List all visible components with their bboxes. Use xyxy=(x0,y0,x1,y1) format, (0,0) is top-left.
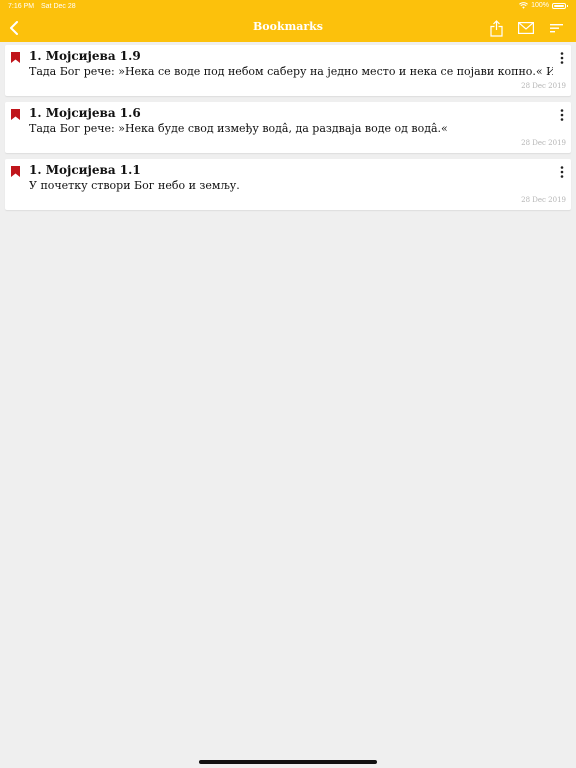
mail-icon xyxy=(518,22,534,34)
bookmark-reference: 1. Мојсијева 1.6 xyxy=(29,106,141,120)
bookmark-date: 28 Dec 2019 xyxy=(521,196,566,204)
battery-percent: 100% xyxy=(531,2,549,9)
status-bar: 7:16 PM Sat Dec 28 100% xyxy=(0,0,576,14)
bookmark-icon xyxy=(11,52,20,63)
bookmark-icon xyxy=(11,109,20,120)
status-right: 100% xyxy=(519,2,568,9)
bookmark-icon xyxy=(11,166,20,177)
wifi-icon xyxy=(519,2,529,9)
share-button[interactable] xyxy=(486,18,506,38)
share-icon xyxy=(489,19,503,37)
nav-actions xyxy=(486,18,566,38)
sort-icon xyxy=(549,24,563,33)
status-date: Sat Dec 28 xyxy=(41,3,76,10)
bookmark-verse-text: Тада Бог рече: »Нека буде свод између во… xyxy=(29,122,448,135)
bookmark-reference: 1. Мојсијева 1.9 xyxy=(29,49,141,63)
bookmark-verse-text: У почетку створи Бог небо и земљу. xyxy=(29,179,240,192)
sort-button[interactable] xyxy=(546,18,566,38)
header: 7:16 PM Sat Dec 28 100% Bookmarks xyxy=(0,0,576,42)
bookmark-card[interactable]: 1. Мојсијева 1.9 Тада Бог рече: »Нека се… xyxy=(5,45,571,96)
bookmark-date: 28 Dec 2019 xyxy=(521,82,566,90)
more-vertical-icon[interactable] xyxy=(559,52,565,64)
bookmark-card[interactable]: 1. Мојсијева 1.1 У почетку створи Бог не… xyxy=(5,159,571,210)
home-indicator xyxy=(199,760,377,764)
bookmark-reference: 1. Мојсијева 1.1 xyxy=(29,163,141,177)
battery-icon xyxy=(552,2,568,9)
more-vertical-icon[interactable] xyxy=(559,109,565,121)
more-vertical-icon[interactable] xyxy=(559,166,565,178)
bookmark-verse-text: Тада Бог рече: »Нека се воде под небом с… xyxy=(29,65,553,78)
bookmark-card[interactable]: 1. Мојсијева 1.6 Тада Бог рече: »Нека бу… xyxy=(5,102,571,153)
bookmark-list: 1. Мојсијева 1.9 Тада Бог рече: »Нека се… xyxy=(5,45,571,216)
bookmark-date: 28 Dec 2019 xyxy=(521,139,566,147)
mail-button[interactable] xyxy=(516,18,536,38)
nav-bar: Bookmarks xyxy=(0,14,576,42)
status-time: 7:16 PM xyxy=(8,3,35,10)
